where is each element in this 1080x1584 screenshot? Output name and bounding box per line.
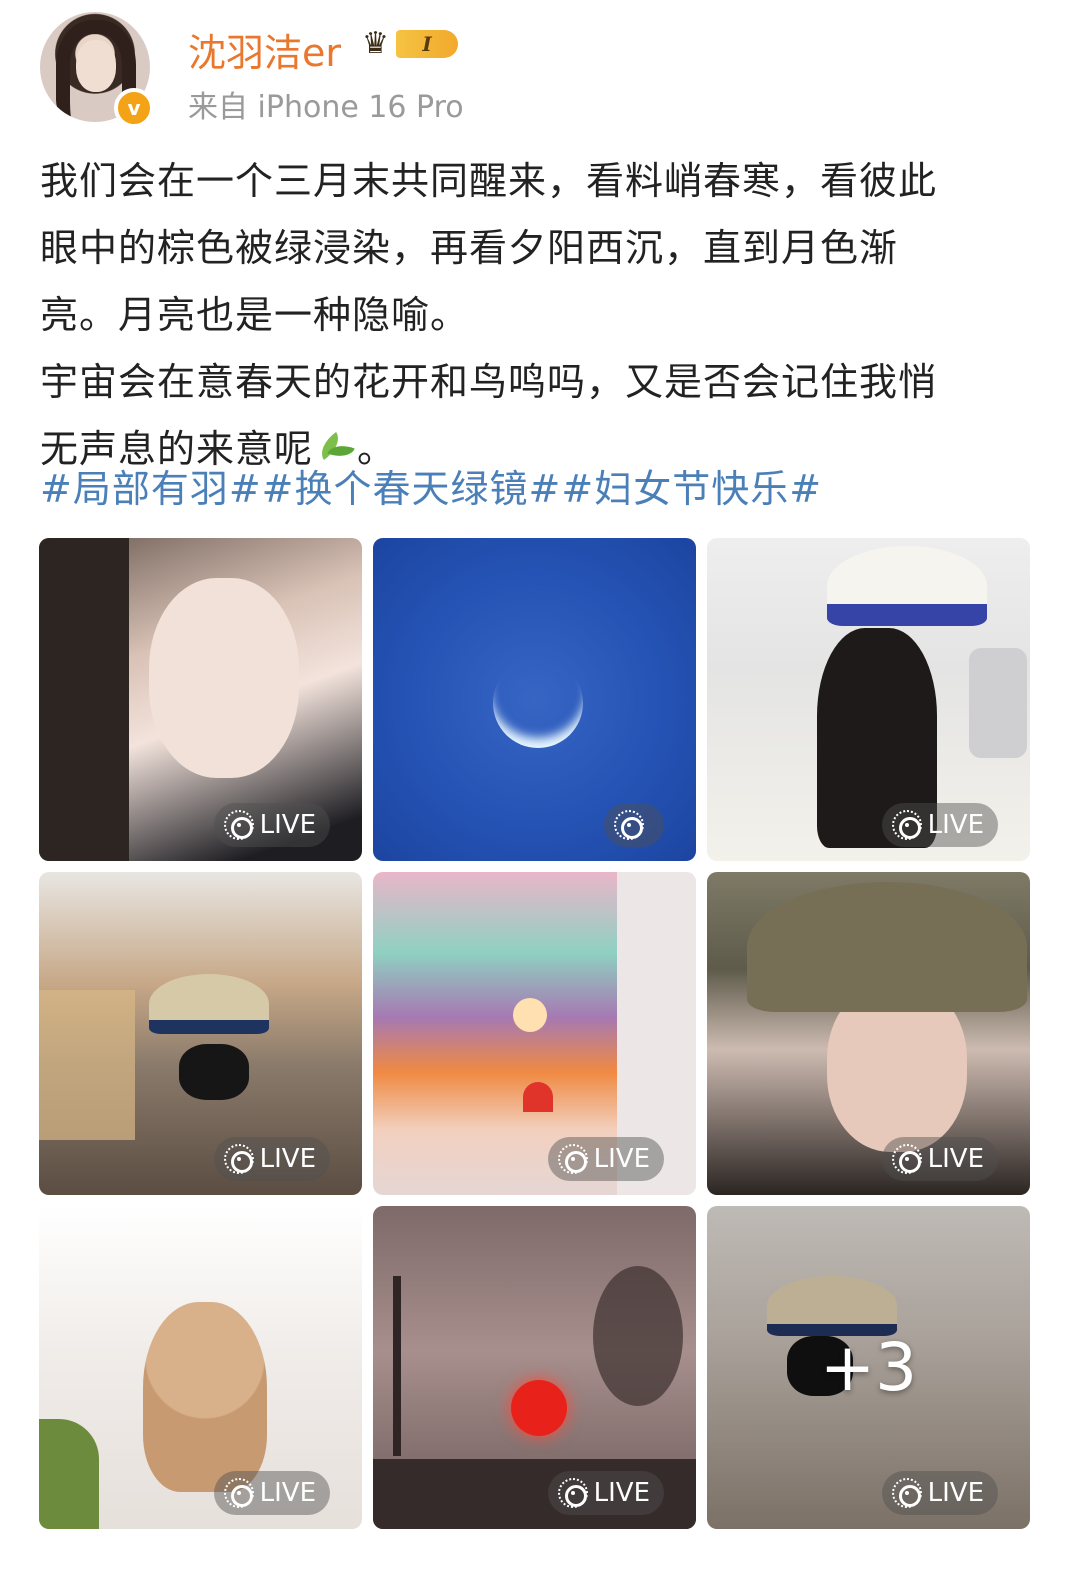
live-badge: LIVE [881, 1471, 998, 1515]
photo-cap [149, 974, 269, 1034]
live-photo-icon [557, 1144, 588, 1174]
post-line: 我们会在一个三月末共同醒来，看料峭春寒，看彼此 [40, 159, 938, 203]
live-label: LIVE [259, 1478, 316, 1508]
live-badge: LIVE [213, 1471, 330, 1515]
image-grid: LIVE LIVE LIVE LIVE LIVE LIVE LIVE +3 LI… [39, 538, 1031, 1530]
live-badge [604, 803, 664, 847]
photo-mask [179, 1044, 249, 1100]
username[interactable]: 沈羽洁er [188, 22, 341, 77]
live-photo-icon [891, 810, 922, 840]
post-header: v 沈羽洁er ♛ I 来自 iPhone 16 Pro [40, 12, 1040, 128]
vip-badge[interactable]: ♛ I [362, 26, 462, 62]
photo-face [149, 578, 299, 778]
post-line: 亮。月亮也是一种隐喻。 [40, 293, 470, 337]
photo-tile-7[interactable]: LIVE [39, 1206, 362, 1529]
live-photo-icon [223, 1144, 254, 1174]
live-photo-icon [223, 810, 254, 840]
live-badge: LIVE [881, 1137, 998, 1181]
live-label: LIVE [593, 1144, 650, 1174]
photo-tile-8[interactable]: LIVE [373, 1206, 696, 1529]
live-badge: LIVE [881, 803, 998, 847]
live-badge: LIVE [213, 803, 330, 847]
photo-phone [969, 648, 1027, 758]
vip-level: I [396, 30, 458, 58]
photo-tree [393, 1276, 401, 1456]
photo-tile-9[interactable]: +3 LIVE [707, 1206, 1030, 1529]
photo-grass [39, 1419, 99, 1529]
live-photo-icon [891, 1144, 922, 1174]
live-label: LIVE [259, 810, 316, 840]
live-badge: LIVE [213, 1137, 330, 1181]
red-sun [511, 1380, 567, 1436]
post-line: 宇宙会在意春天的花开和鸟鸣吗，又是否会记住我悄 [40, 360, 938, 404]
photo-tile-2[interactable] [373, 538, 696, 861]
live-photo-icon [891, 1478, 922, 1508]
photo-tile-4[interactable]: LIVE [39, 872, 362, 1195]
photo-window [39, 990, 135, 1140]
live-photo-icon [223, 1478, 254, 1508]
painted-sun [513, 998, 547, 1032]
live-label: LIVE [927, 810, 984, 840]
hashtags[interactable]: #局部有羽##换个春天绿镜##妇女节快乐# [40, 458, 822, 513]
photo-dog [143, 1302, 267, 1492]
painted-sunset [523, 1082, 553, 1112]
photo-cap [827, 546, 987, 626]
live-photo-icon [614, 810, 644, 840]
photo-tile-1[interactable]: LIVE [39, 538, 362, 861]
avatar-face [76, 40, 116, 92]
post-source: 来自 iPhone 16 Pro [188, 90, 464, 125]
live-photo-icon [557, 1478, 588, 1508]
verified-badge-icon: v [114, 88, 154, 128]
photo-cap [747, 882, 1027, 1012]
photo-tile-6[interactable]: LIVE [707, 872, 1030, 1195]
photo-hair [39, 538, 129, 861]
photo-tree [593, 1266, 683, 1406]
live-badge: LIVE [547, 1137, 664, 1181]
photo-tile-5[interactable]: LIVE [373, 872, 696, 1195]
post-text: 我们会在一个三月末共同醒来，看料峭春寒，看彼此 眼中的棕色被绿浸染，再看夕阳西沉… [40, 148, 1030, 483]
photo-tile-3[interactable]: LIVE [707, 538, 1030, 861]
live-label: LIVE [927, 1144, 984, 1174]
crown-icon: ♛ [362, 26, 389, 61]
live-label: LIVE [593, 1478, 650, 1508]
live-label: LIVE [259, 1144, 316, 1174]
live-badge: LIVE [547, 1471, 664, 1515]
moon-shape [493, 658, 583, 748]
live-label: LIVE [927, 1478, 984, 1508]
post-line: 眼中的棕色被绿浸染，再看夕阳西沉，直到月色渐 [40, 226, 899, 270]
